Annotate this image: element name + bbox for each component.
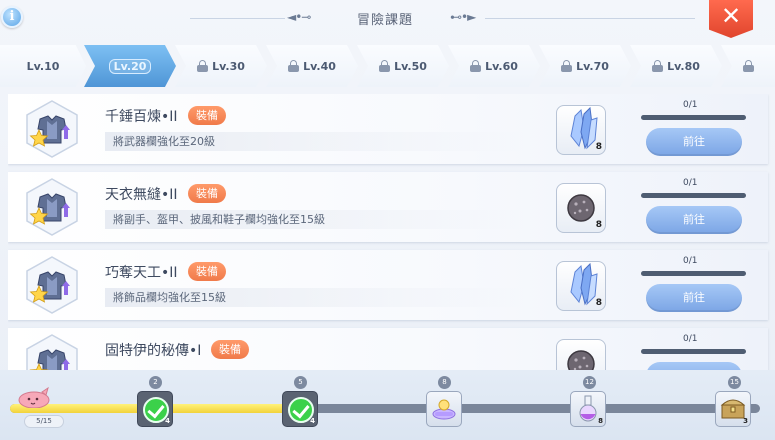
milestone-count: 4 bbox=[310, 417, 315, 425]
quest-item: 固特伊的秘傳•I 裝備 0/1 bbox=[8, 328, 768, 370]
ore-icon bbox=[557, 340, 607, 370]
reward-item[interactable]: 8 bbox=[556, 261, 606, 311]
milestone-count: 4 bbox=[165, 417, 170, 425]
tab-label: Lv.40 bbox=[303, 59, 336, 73]
reward-count: 8 bbox=[595, 298, 602, 308]
tab-label: Lv.10 bbox=[26, 59, 60, 73]
quest-description: 將武器欄強化至20級 bbox=[105, 132, 525, 151]
level-tabs: Lv.10 Lv.20 Lv.30 Lv.40 Lv.50 Lv.60 Lv.7… bbox=[0, 45, 775, 87]
quest-item: 千錘百煉•II 裝備 將武器欄強化至20級 8 0/1 前往 bbox=[8, 94, 768, 164]
milestone-count: 8 bbox=[598, 417, 603, 425]
header: i ◄•⊸ 冒險課題 ⊷•► ✕ bbox=[0, 0, 775, 38]
armor-upgrade-icon bbox=[22, 255, 82, 315]
milestone-reward[interactable] bbox=[426, 391, 462, 427]
tab-lv80[interactable]: Lv.80 bbox=[630, 45, 722, 87]
milestone-number: 12 bbox=[583, 376, 596, 389]
armor-upgrade-icon bbox=[22, 177, 82, 237]
tab-lv60[interactable]: Lv.60 bbox=[448, 45, 540, 87]
quest-name: 天衣無縫•II bbox=[105, 187, 178, 203]
lock-icon bbox=[652, 60, 664, 72]
tab-label: Lv.30 bbox=[212, 59, 245, 73]
go-button[interactable] bbox=[646, 362, 742, 370]
progress-bar bbox=[641, 349, 746, 354]
milestone-counter: 5/15 bbox=[24, 415, 64, 428]
tab-lv70[interactable]: Lv.70 bbox=[539, 45, 631, 87]
quest-description: 將副手、盔甲、披風和鞋子欄均強化至15級 bbox=[105, 210, 525, 229]
close-button[interactable]: ✕ bbox=[709, 0, 753, 38]
lock-icon bbox=[288, 60, 300, 72]
quest-item: 天衣無縫•II 裝備 將副手、盔甲、披風和鞋子欄均強化至15級 8 0/1 前往 bbox=[8, 172, 768, 242]
tab-label: Lv.70 bbox=[576, 59, 609, 73]
armor-upgrade-icon bbox=[22, 333, 82, 370]
quest-tag: 裝備 bbox=[188, 262, 226, 281]
quest-description: 將飾品欄均強化至15級 bbox=[105, 288, 525, 307]
go-button[interactable]: 前往 bbox=[646, 284, 742, 312]
tab-label: Lv.60 bbox=[485, 59, 518, 73]
milestone-number: 8 bbox=[438, 376, 451, 389]
milestone-reward-claimed[interactable]: 4 bbox=[137, 391, 173, 427]
poring-pet-icon bbox=[18, 386, 50, 408]
progress-bar bbox=[641, 193, 746, 198]
quest-name: 巧奪天工•II bbox=[105, 265, 178, 281]
reward-item[interactable]: 8 bbox=[556, 105, 606, 155]
quest-name: 千錘百煉•II bbox=[105, 109, 178, 125]
progress-text: 0/1 bbox=[683, 100, 698, 110]
title-divider-right bbox=[485, 18, 695, 19]
reward-count: 8 bbox=[595, 142, 602, 152]
tab-lv40[interactable]: Lv.40 bbox=[266, 45, 358, 87]
milestone-number: 2 bbox=[149, 376, 162, 389]
milestone-panel: 5/15 2 4 5 4 8 12 8 15 3 bbox=[0, 370, 775, 440]
title-divider-left bbox=[190, 18, 285, 19]
quest-tag: 裝備 bbox=[188, 184, 226, 203]
armor-upgrade-icon bbox=[22, 99, 82, 159]
lock-icon bbox=[561, 60, 573, 72]
milestone-count: 3 bbox=[743, 417, 748, 425]
zeny-icon bbox=[432, 399, 456, 420]
page-title: 冒險課題 bbox=[356, 13, 413, 28]
milestone-reward-claimed[interactable]: 4 bbox=[282, 391, 318, 427]
tab-lv30[interactable]: Lv.30 bbox=[175, 45, 267, 87]
info-icon[interactable]: i bbox=[1, 6, 23, 28]
lock-icon bbox=[197, 60, 209, 72]
tab-next-locked[interactable] bbox=[721, 45, 775, 87]
title-ornament-right-icon: ⊷•► bbox=[450, 10, 476, 24]
milestone-number: 15 bbox=[728, 376, 741, 389]
tab-label: Lv.20 bbox=[108, 58, 152, 74]
progress-bar bbox=[641, 115, 746, 120]
quest-tag: 裝備 bbox=[188, 106, 226, 125]
progress-text: 0/1 bbox=[683, 178, 698, 188]
quest-tag: 裝備 bbox=[211, 340, 249, 359]
milestone-reward[interactable]: 8 bbox=[570, 391, 606, 427]
progress-text: 0/1 bbox=[683, 256, 698, 266]
reward-item[interactable] bbox=[556, 339, 606, 370]
tab-label: Lv.80 bbox=[667, 59, 700, 73]
quest-list[interactable]: 千錘百煉•II 裝備 將武器欄強化至20級 8 0/1 前往 天衣無縫•II 裝… bbox=[8, 94, 775, 370]
quest-name: 固特伊的秘傳•I bbox=[105, 343, 202, 359]
milestone-number: 5 bbox=[294, 376, 307, 389]
tab-lv20[interactable]: Lv.20 bbox=[84, 45, 176, 87]
reward-item[interactable]: 8 bbox=[556, 183, 606, 233]
reward-count: 8 bbox=[595, 220, 602, 230]
milestone-reward[interactable]: 3 bbox=[715, 391, 751, 427]
lock-icon bbox=[470, 60, 482, 72]
go-button[interactable]: 前往 bbox=[646, 128, 742, 156]
progress-bar bbox=[641, 271, 746, 276]
quest-item: 巧奪天工•II 裝備 將飾品欄均強化至15級 8 0/1 前往 bbox=[8, 250, 768, 320]
tab-lv50[interactable]: Lv.50 bbox=[357, 45, 449, 87]
lock-icon bbox=[379, 60, 391, 72]
progress-text: 0/1 bbox=[683, 334, 698, 344]
tab-lv10[interactable]: Lv.10 bbox=[0, 45, 86, 87]
go-button[interactable]: 前往 bbox=[646, 206, 742, 234]
tab-label: Lv.50 bbox=[394, 59, 427, 73]
title-ornament-left-icon: ◄•⊸ bbox=[287, 10, 311, 24]
lock-icon bbox=[742, 60, 754, 72]
